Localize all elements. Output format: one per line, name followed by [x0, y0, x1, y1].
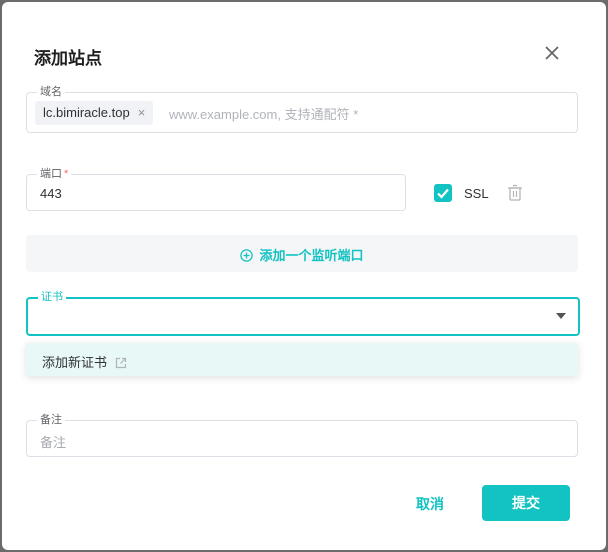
dropdown-item-add-certificate[interactable]: 添加新证书 [42, 352, 127, 371]
domain-field[interactable]: 域名 lc.bimiracle.top × [26, 85, 578, 133]
cancel-button[interactable]: 取消 [400, 487, 460, 521]
domain-chip: lc.bimiracle.top × [35, 101, 154, 125]
check-icon [437, 188, 449, 199]
certificate-dropdown: 添加新证书 [26, 343, 578, 376]
note-placeholder: 备注 [40, 435, 67, 450]
chip-remove-icon[interactable]: × [138, 101, 146, 125]
port-field[interactable]: 端口 * 443 [26, 167, 406, 211]
certificate-select[interactable]: 证书 [26, 290, 580, 336]
submit-button[interactable]: 提交 [482, 485, 570, 521]
caret-down-icon [556, 313, 566, 319]
add-port-label: 添加一个监听端口 [259, 248, 364, 263]
port-value: 443 [40, 186, 62, 201]
dialog-title: 添加站点 [34, 49, 102, 68]
note-field[interactable]: 备注 备注 [26, 413, 578, 457]
note-label: 备注 [37, 413, 65, 427]
ssl-label: SSL [464, 186, 489, 201]
dropdown-item-label: 添加新证书 [42, 355, 108, 370]
external-link-icon [115, 357, 127, 369]
close-icon[interactable] [541, 42, 563, 64]
add-site-dialog: 添加站点 域名 lc.bimiracle.top × 端口* 443 SSL [2, 2, 606, 550]
domain-input[interactable] [167, 101, 571, 127]
domain-chip-text: lc.bimiracle.top [43, 105, 130, 120]
required-mark: * [64, 168, 69, 180]
ssl-checkbox[interactable] [434, 184, 452, 202]
certificate-label: 证书 [38, 290, 66, 304]
port-label: 端口 * [37, 167, 72, 181]
domain-label: 域名 [37, 85, 65, 99]
plus-circle-icon [240, 249, 254, 262]
add-port-button[interactable]: 添加一个监听端口 [26, 235, 578, 272]
trash-icon[interactable] [507, 184, 523, 202]
